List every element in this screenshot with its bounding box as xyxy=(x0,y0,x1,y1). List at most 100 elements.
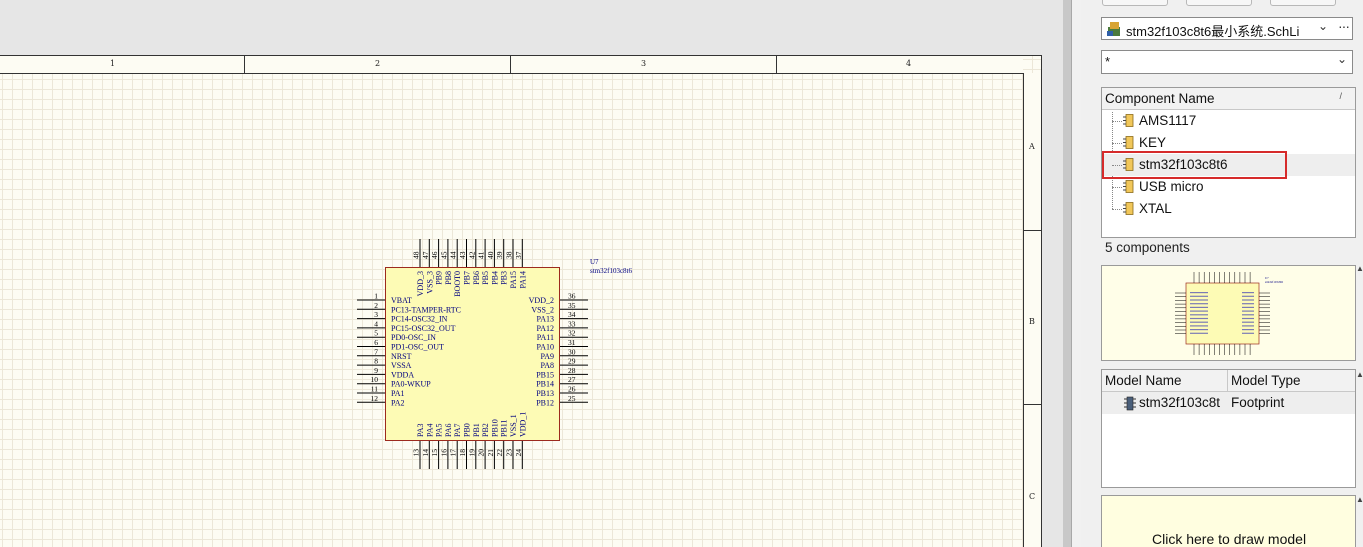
component-symbol[interactable]: U7 stm32f103c8t6 1 VBAT 2 PC13-TAMPER-RTC 3 P… xyxy=(0,0,1063,547)
tree-connector xyxy=(1112,209,1122,210)
pin-number: 22 xyxy=(495,449,504,457)
pin-number: 24 xyxy=(514,449,523,457)
component-item[interactable]: XTAL xyxy=(1102,198,1355,220)
model-row[interactable]: stm32f103c8t Footprint xyxy=(1102,392,1355,414)
pin-name: VSS_3 xyxy=(425,271,434,294)
component-item-label: USB micro xyxy=(1139,179,1204,194)
component-preview[interactable]: U7 stm32f103c8t6 xyxy=(1101,265,1356,361)
pin-number: 37 xyxy=(514,251,523,259)
pin-name: VDD_1 xyxy=(518,412,527,437)
pin-name: PA15 xyxy=(509,271,518,289)
pin-name: PB10 xyxy=(490,419,499,437)
pin-name: PB1 xyxy=(472,423,481,437)
pin-number: 13 xyxy=(412,449,421,457)
pin-name: NRST xyxy=(391,352,412,361)
panel-button[interactable] xyxy=(1270,0,1336,6)
chevron-down-icon[interactable]: ⌄ xyxy=(1337,52,1347,66)
svg-text:stm32f103c8t6: stm32f103c8t6 xyxy=(1265,280,1283,284)
pin-name: PB14 xyxy=(536,380,554,389)
schematic-canvas[interactable]: 1 2 3 4 A B C U7 stm32f103c8t6 1 VBAT 2 PC1… xyxy=(0,0,1063,547)
pin-number: 3 xyxy=(374,310,378,319)
scroll-up-icon[interactable]: ▲ xyxy=(1356,370,1363,379)
component-item-label: AMS1117 xyxy=(1139,113,1197,128)
pin-name: PB3 xyxy=(500,271,509,285)
pin-number: 29 xyxy=(568,357,576,366)
pin-number: 27 xyxy=(568,375,576,384)
pin-name: PA9 xyxy=(541,352,555,361)
pin-name: PC14-OSC32_IN xyxy=(391,315,448,324)
pin-name: PA5 xyxy=(435,424,444,438)
pin-number: 45 xyxy=(439,251,448,259)
pin-name: PA4 xyxy=(425,424,434,438)
draw-model-label: Click here to draw model xyxy=(1152,531,1307,547)
model-type: Footprint xyxy=(1231,395,1285,410)
pin-number: 40 xyxy=(486,251,495,259)
component-list[interactable]: Component Name / AMS1117 KEY stm32f103c8t6… xyxy=(1101,87,1356,238)
pin-number: 6 xyxy=(374,338,378,347)
pin-name: PA1 xyxy=(391,389,405,398)
pin-number: 39 xyxy=(495,251,504,259)
pin-number: 48 xyxy=(412,251,421,259)
pin-number: 16 xyxy=(439,449,448,457)
component-body[interactable] xyxy=(385,267,560,441)
pin-number: 26 xyxy=(568,385,576,394)
pin-number: 36 xyxy=(568,292,576,301)
pin-number: 35 xyxy=(568,301,576,310)
tree-connector xyxy=(1112,143,1122,144)
chevron-down-icon[interactable]: ⌄ xyxy=(1318,19,1328,33)
component-item[interactable]: USB micro xyxy=(1102,176,1355,198)
pin-number: 21 xyxy=(486,449,495,457)
library-select[interactable]: stm32f103c8t6最小系统.SchLi ⌄ ··· xyxy=(1101,17,1353,40)
pin-number: 34 xyxy=(568,310,576,319)
component-item[interactable]: AMS1117 xyxy=(1102,110,1355,132)
pin-name: PB0 xyxy=(463,423,472,437)
model-list[interactable]: Model Name Model Type stm32f103c8t Footp… xyxy=(1101,369,1356,488)
pin-number: 17 xyxy=(449,449,458,457)
pin-number: 1 xyxy=(374,292,378,301)
panel-button[interactable] xyxy=(1102,0,1168,6)
pin-number: 38 xyxy=(505,251,514,259)
pin-number: 18 xyxy=(458,449,467,457)
scroll-up-icon[interactable]: ▲ xyxy=(1356,495,1363,504)
scroll-up-icon[interactable]: ▲ xyxy=(1356,264,1363,273)
pin-name: VBAT xyxy=(391,296,412,305)
pin-name: PB6 xyxy=(472,271,481,285)
pin-number: 42 xyxy=(467,251,476,259)
model-list-header[interactable]: Model Name Model Type xyxy=(1102,370,1355,392)
pin-number: 15 xyxy=(430,449,439,457)
panel-splitter[interactable] xyxy=(1063,0,1071,547)
pin-number: 14 xyxy=(421,449,430,457)
pin-number: 11 xyxy=(371,385,378,394)
pin-name: PD0-OSC_IN xyxy=(391,333,436,342)
panel-button[interactable] xyxy=(1186,0,1252,6)
pin-name: PB5 xyxy=(481,271,490,285)
pin-number: 31 xyxy=(568,338,576,347)
pin-name: BOOT0 xyxy=(453,271,462,297)
component-list-header[interactable]: Component Name / xyxy=(1102,88,1355,110)
component-item-label: KEY xyxy=(1139,135,1167,150)
preview-thumbnail: U7 stm32f103c8t6 xyxy=(1175,272,1283,355)
more-options-icon[interactable]: ··· xyxy=(1338,18,1350,34)
model-name: stm32f103c8t xyxy=(1139,395,1221,410)
library-name: stm32f103c8t6最小系统.SchLi xyxy=(1126,24,1300,39)
component-item-label: XTAL xyxy=(1139,201,1172,216)
component-count: 5 components xyxy=(1105,240,1190,255)
tree-connector xyxy=(1112,121,1122,122)
footprint-icon xyxy=(1124,396,1136,411)
pin-name: VDD_3 xyxy=(416,271,425,296)
filter-input[interactable]: * ⌄ xyxy=(1101,50,1353,74)
pin-name: PA11 xyxy=(537,333,554,342)
pin-number: 25 xyxy=(568,394,576,403)
pin-number: 28 xyxy=(568,366,576,375)
pin-name: PA2 xyxy=(391,398,405,407)
pin-number: 20 xyxy=(477,449,486,457)
sort-icon[interactable]: / xyxy=(1339,91,1342,101)
pin-name: VDDA xyxy=(391,370,414,379)
pin-name: VSSA xyxy=(391,361,412,370)
draw-model-area[interactable]: Click here to draw model xyxy=(1101,495,1356,547)
pin-number: 32 xyxy=(568,329,576,338)
pin-number: 23 xyxy=(505,449,514,457)
pin-name: PB11 xyxy=(500,420,509,438)
pin-name: PB15 xyxy=(536,370,554,379)
component-icon xyxy=(1123,180,1134,193)
